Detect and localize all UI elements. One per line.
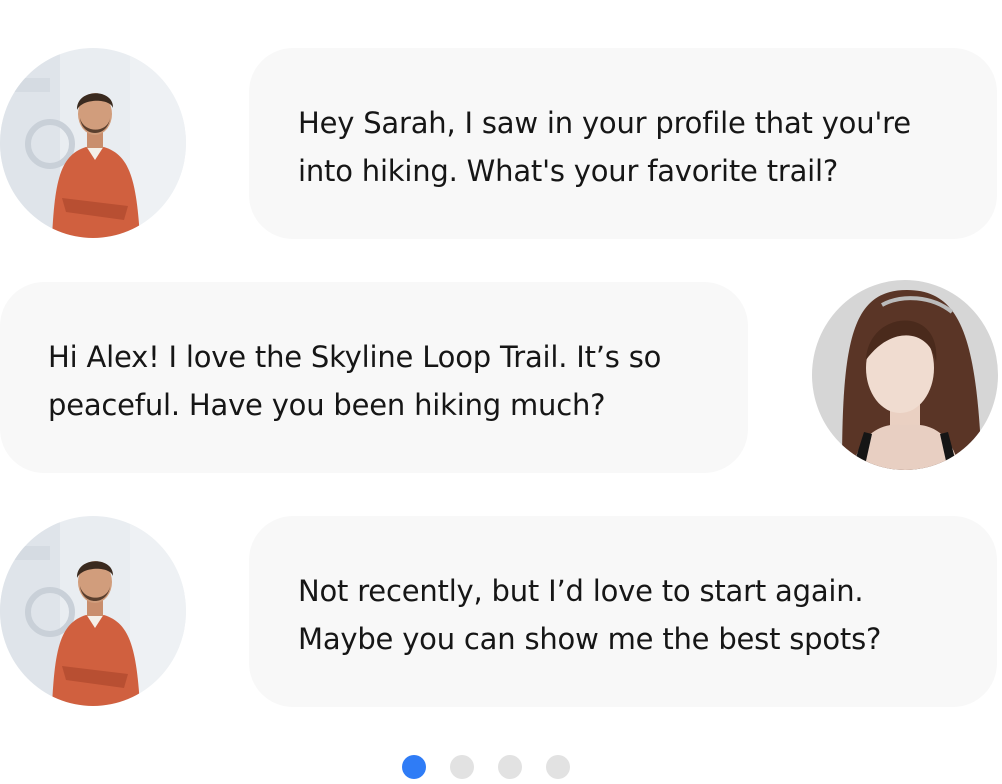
pagination-dot[interactable] (498, 755, 522, 779)
message-text-2: Hi Alex! I love the Skyline Loop Trail. … (48, 340, 662, 422)
avatar-alex (0, 48, 186, 238)
alex-photo (0, 48, 186, 238)
carousel-pagination (402, 755, 570, 779)
message-bubble-1: Hey Sarah, I saw in your profile that yo… (249, 48, 997, 239)
message-bubble-3: Not recently, but I’d love to start agai… (249, 516, 997, 707)
message-text-1: Hey Sarah, I saw in your profile that yo… (298, 106, 911, 188)
message-bubble-2: Hi Alex! I love the Skyline Loop Trail. … (0, 282, 748, 473)
message-text-3: Not recently, but I’d love to start agai… (298, 574, 882, 656)
pagination-dot[interactable] (546, 755, 570, 779)
avatar-alex (0, 516, 186, 706)
sarah-photo (812, 280, 998, 470)
pagination-dot[interactable] (402, 755, 426, 779)
pagination-dot[interactable] (450, 755, 474, 779)
avatar-sarah (812, 280, 998, 470)
alex-photo (0, 516, 186, 706)
